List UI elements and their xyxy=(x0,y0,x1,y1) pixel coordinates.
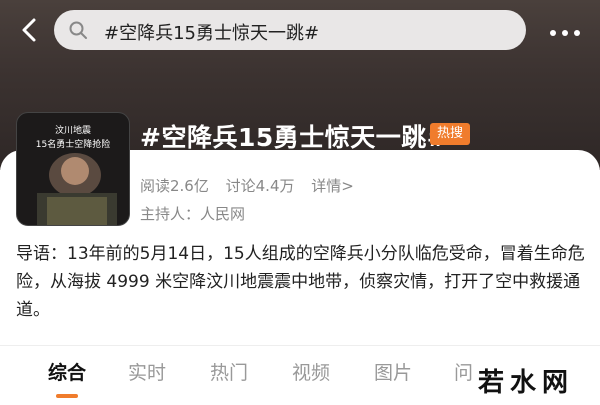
search-query: #空降兵15勇士惊天一跳# xyxy=(104,23,320,44)
tab-questions[interactable]: 问 xyxy=(454,358,473,385)
search-input[interactable]: #空降兵15勇士惊天一跳# xyxy=(54,10,526,50)
discussion-count: 讨论4.4万 xyxy=(225,177,295,195)
tab-comprehensive[interactable]: 综合 xyxy=(48,358,86,385)
active-tab-indicator xyxy=(56,394,78,398)
tab-images[interactable]: 图片 xyxy=(374,358,412,385)
topic-host: 主持人：人民网 xyxy=(140,205,246,223)
soldier-photo xyxy=(37,153,117,225)
tab-hot[interactable]: 热门 xyxy=(210,358,248,385)
read-count: 阅读2.6亿 xyxy=(140,177,209,195)
chevron-left-icon xyxy=(22,18,36,42)
topic-stats: 阅读2.6亿 讨论4.4万 详情> xyxy=(140,175,366,196)
more-dots-icon xyxy=(550,30,580,36)
tab-video[interactable]: 视频 xyxy=(292,358,330,385)
topic-thumbnail[interactable]: 汶川地震 15名勇士空降抢险 xyxy=(16,112,130,226)
divider xyxy=(0,345,600,346)
search-icon xyxy=(69,21,87,39)
tab-realtime[interactable]: 实时 xyxy=(128,358,166,385)
watermark: 若水网 xyxy=(478,368,575,398)
hot-badge: 热搜 xyxy=(430,123,470,145)
back-button[interactable] xyxy=(14,14,46,46)
topic-title: #空降兵15勇士惊天一跳# xyxy=(140,123,449,152)
topic-intro: 导语：13年前的5月14日，15人组成的空降兵小分队临危受命，冒着生命危险，从海… xyxy=(16,244,585,320)
details-link[interactable]: 详情> xyxy=(311,177,354,195)
more-button[interactable] xyxy=(548,24,582,36)
